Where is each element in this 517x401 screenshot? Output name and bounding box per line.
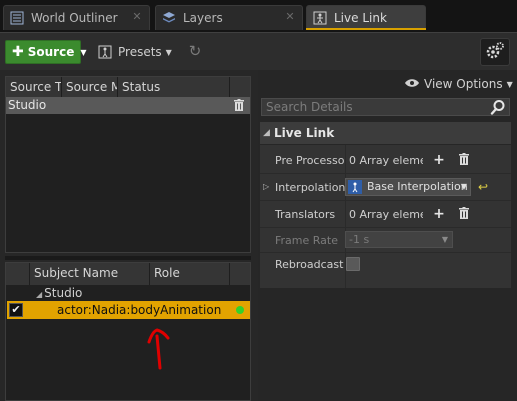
translators-label: Translators [275, 208, 336, 221]
revert-icon[interactable]: ↻ [186, 42, 204, 60]
plus-icon: ✚ [12, 44, 24, 60]
presets-label: Presets [118, 45, 162, 59]
frame-rate-value: -1 s [349, 233, 370, 246]
column-header[interactable]: Source T [6, 77, 62, 97]
enable-checkbox[interactable]: ✔ [9, 303, 23, 317]
subjects-header: Subject Name Role [6, 263, 250, 285]
status-dot [236, 306, 244, 314]
red-arrow-annotation [140, 322, 180, 372]
tab-layers[interactable]: Layers ✕ [155, 5, 303, 30]
category-label: Live Link [274, 126, 335, 140]
column-header[interactable]: Status [118, 77, 230, 97]
sources-header: Source T Source M Status [6, 77, 250, 97]
view-options-button[interactable]: View Options ▼ [404, 76, 513, 92]
column-header-spacer [230, 263, 250, 285]
blueprint-icon [348, 180, 362, 194]
presets-button[interactable]: Presets ▼ [98, 42, 172, 62]
column-header-spacer [230, 77, 250, 97]
source-button-label: Source [27, 45, 75, 59]
live-link-icon [313, 11, 327, 25]
settings-button[interactable] [480, 38, 510, 66]
subject-name: actor:Nadia:bodyAnimation [57, 303, 222, 317]
active-tab-indicator [306, 28, 426, 30]
reset-to-default-icon[interactable]: ↩ [478, 180, 488, 194]
tab-live-link[interactable]: Live Link [306, 5, 426, 30]
search-icon[interactable] [490, 99, 506, 115]
add-element-icon[interactable]: + [432, 153, 446, 167]
row-divider [260, 200, 511, 201]
search-details-input[interactable]: Search Details [261, 98, 510, 116]
add-source-button[interactable]: ✚ Source ▼ [5, 40, 87, 64]
chevron-down-icon: ▼ [506, 79, 513, 89]
tab-label: Live Link [334, 11, 387, 25]
world-outliner-icon [10, 11, 24, 25]
column-header[interactable]: Role [150, 263, 230, 285]
translators-value: 0 Array elemer [349, 208, 423, 221]
column-header[interactable]: Source M [62, 77, 118, 97]
column-header-spacer [6, 263, 30, 285]
collapse-triangle-icon: ◢ [263, 128, 270, 138]
interpolation-value: Base Interpolation [367, 180, 468, 193]
rebroadcast-checkbox[interactable] [346, 257, 360, 271]
close-icon[interactable]: ✕ [284, 11, 296, 23]
add-element-icon[interactable]: + [432, 207, 446, 221]
pre-processors-value: 0 Array elemer [349, 154, 423, 167]
collapse-triangle-icon[interactable]: ◢ [36, 290, 42, 299]
tab-world-outliner[interactable]: World Outliner ✕ [3, 5, 150, 30]
gear-icon [485, 41, 505, 64]
trash-icon[interactable] [234, 99, 244, 111]
chevron-down-icon: ▼ [80, 47, 87, 57]
panel-splitter[interactable] [5, 256, 251, 260]
group-name: Studio [44, 286, 83, 300]
pre-processors-label: Pre Processo [275, 154, 345, 167]
subject-group[interactable]: ◢ Studio [36, 285, 82, 301]
source-row[interactable]: Studio [6, 97, 250, 114]
presets-icon [98, 45, 112, 59]
tab-label: Layers [183, 11, 223, 25]
row-divider [260, 173, 511, 174]
expand-triangle-icon[interactable]: ▷ [263, 182, 269, 191]
layers-icon [162, 11, 176, 25]
row-divider [260, 227, 511, 228]
chevron-down-icon: ▼ [165, 47, 172, 57]
frame-rate-label: Frame Rate [275, 234, 338, 247]
frame-rate-dropdown: -1 s ▼ [345, 231, 453, 248]
chevron-down-icon: ▼ [460, 182, 467, 191]
trash-icon[interactable] [457, 153, 471, 167]
source-name: Studio [8, 98, 47, 112]
eye-icon [404, 77, 420, 91]
interpolation-label: Interpolation [275, 181, 346, 194]
chevron-down-icon: ▼ [441, 235, 448, 244]
trash-icon[interactable] [457, 207, 471, 221]
close-icon[interactable]: ✕ [131, 11, 143, 23]
tab-label: World Outliner [31, 11, 118, 25]
rebroadcast-label: Rebroadcast [275, 258, 344, 271]
row-divider [260, 252, 511, 253]
category-live-link[interactable]: ◢ Live Link [260, 122, 511, 144]
column-header[interactable]: Subject Name [30, 263, 150, 285]
view-options-label: View Options [424, 77, 503, 91]
interpolation-dropdown[interactable]: Base Interpolation ▼ [345, 178, 471, 196]
